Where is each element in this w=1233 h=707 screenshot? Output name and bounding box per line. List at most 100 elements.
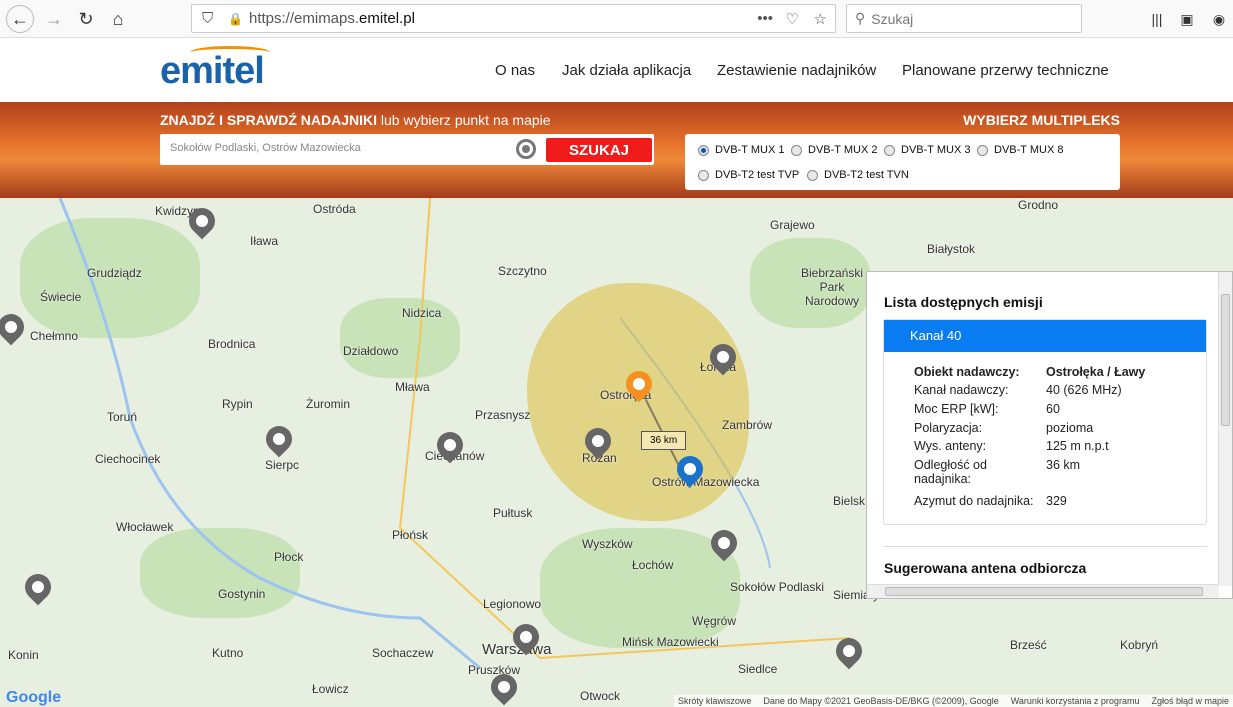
panel-title: Lista dostępnych emisji [884,294,1043,310]
shield-icon: ⛉ [202,10,214,27]
search-button[interactable]: SZUKAJ [546,138,652,162]
radio-label: DVB-T MUX 3 [901,144,971,156]
more-icon[interactable]: ••• [757,10,773,27]
city-label: Sokołów Podlaski [730,580,825,594]
info-row: Kanał nadawczy: 40 (626 MHz) [914,383,1204,397]
city-label: Grudziądz [87,266,142,280]
radio-dot[interactable] [698,169,709,181]
city-label: Sochaczew [372,646,434,660]
radio-t2-tvn[interactable]: DVB-T2 test TVN [807,169,909,181]
browser-toolbar: ← → ↻ ⌂ ⛉ 🔒 https://emimaps.emitel.pl ••… [0,0,1233,38]
city-label: Wyszków [582,537,633,551]
report-error-link[interactable]: Zgłoś błąd w mapie [1151,696,1229,706]
radio-label: DVB-T MUX 1 [715,144,785,156]
city-label: Chełmno [30,329,79,343]
city-label: Żuromin [306,397,351,411]
city-label: Włocławek [116,520,174,534]
radio-label: DVB-T MUX 2 [808,144,878,156]
city-label: Biebrzański Park Narodowy [800,266,864,308]
radio-t2-tvp[interactable]: DVB-T2 test TVP [698,169,799,181]
city-label: Toruń [107,410,138,424]
info-label: Polaryzacja: [914,421,983,435]
url-text: https://emimaps.emitel.pl [249,10,415,27]
info-label: Azymut do nadajnika: [914,494,1034,508]
city-label: Łochów [632,558,674,572]
radio-dot[interactable] [791,144,802,156]
emitel-logo[interactable]: emitel [160,46,270,93]
reload-icon[interactable]: ↻ [72,5,100,33]
banner-title: ZNAJDŹ I SPRAWDŹ NADAJNIKI lub wybierz p… [160,112,551,128]
terms-link[interactable]: Warunki korzystania z programu [1011,696,1140,706]
antenna-title: Sugerowana antena odbiorcza [884,560,1087,576]
radio-dot[interactable] [698,144,709,156]
city-label: Brześć [1010,638,1047,652]
city-label: Ostrów Mazowiecka [652,475,760,489]
nav-zestawienie[interactable]: Zestawienie nadajników [717,62,876,79]
city-label: Mińsk Mazowiecki [622,635,719,649]
horizontal-scrollbar[interactable] [867,584,1219,598]
radio-mux8[interactable]: DVB-T MUX 8 [977,144,1063,156]
info-row: Odległość od nadajnika: 36 km [914,458,1204,486]
radio-label: DVB-T2 test TVP [715,169,800,181]
city-label: Brodnica [208,337,256,351]
home-icon[interactable]: ⌂ [104,5,132,33]
city-label: Płock [274,550,304,564]
radio-mux3[interactable]: DVB-T MUX 3 [884,144,970,156]
browser-search-input[interactable]: ⚲ Szukaj [846,4,1082,33]
radio-dot[interactable] [807,169,818,181]
radio-mux2[interactable]: DVB-T MUX 2 [791,144,877,156]
url-prefix: https://emimaps. [249,10,360,27]
channel-header[interactable]: Kanał 40 [884,320,1206,352]
account-icon[interactable]: ◉ [1205,5,1233,33]
star-icon[interactable]: ☆ [814,10,827,28]
shortcuts-link[interactable]: Skróty klawiszowe [678,696,752,706]
vertical-scrollbar[interactable] [1218,272,1232,586]
city-label: Ostróda [313,202,356,216]
scroll-thumb[interactable] [1221,294,1230,426]
radio-mux1[interactable]: DVB-T MUX 1 [698,144,784,156]
city-label: Łowicz [312,682,349,696]
distance-label: 36 km [641,431,687,450]
location-search-input[interactable] [170,142,490,154]
city-label: Grajewo [770,218,815,232]
radio-label: DVB-T2 test TVN [824,169,909,181]
info-label: Kanał nadawczy: [914,383,1009,397]
info-label: Wys. anteny: [914,439,987,453]
banner-title-rest: lub wybierz punkt na mapie [377,112,551,128]
city-label: Pruszków [468,663,521,677]
city-label: Kutno [212,646,244,660]
back-icon[interactable]: ← [6,5,34,33]
info-value: 60 [1046,402,1060,416]
info-row: Polaryzacja: pozioma [914,421,1204,435]
info-value: pozioma [1046,421,1094,435]
sidebar-icon[interactable]: ▣ [1173,5,1201,33]
divider [883,546,1207,547]
city-label: Świecie [40,290,82,304]
info-row: Azymut do nadajnika: 329 [914,494,1204,508]
multiplex-title: WYBIERZ MULTIPLEKS [963,112,1120,128]
locate-icon[interactable] [516,139,536,159]
nav-przerwy[interactable]: Planowane przerwy techniczne [902,62,1109,79]
nav-jak-dziala[interactable]: Jak działa aplikacja [562,62,691,79]
search-banner: ZNAJDŹ I SPRAWDŹ NADAJNIKI lub wybierz p… [0,102,1233,198]
radio-dot[interactable] [884,144,895,156]
radio-dot[interactable] [977,144,988,156]
radio-label: DVB-T MUX 8 [994,144,1064,156]
city-label: Zambrów [722,418,773,432]
city-label: Otwock [580,689,621,703]
info-row: Moc ERP [kW]: 60 [914,402,1204,416]
nav-o-nas[interactable]: O nas [495,62,535,79]
pocket-icon[interactable]: ♡ [786,10,799,28]
city-label: Konin [8,648,39,662]
scroll-thumb[interactable] [885,587,1203,596]
search-box: SZUKAJ [160,134,654,165]
city-label: Przasnysz [475,408,531,422]
info-value: 125 m n.p.t [1046,439,1109,453]
city-label: Pułtusk [493,506,533,520]
library-icon[interactable]: ||| [1143,5,1171,33]
site-header: emitel O nas Jak działa aplikacja Zestaw… [0,38,1233,102]
map-footer: Skróty klawiszowe Dane do Mapy ©2021 Geo… [673,695,1233,707]
forward-icon[interactable]: → [40,5,68,33]
info-value: 329 [1046,494,1067,508]
url-bar[interactable]: ⛉ 🔒 https://emimaps.emitel.pl ••• ♡ ☆ [191,4,836,33]
